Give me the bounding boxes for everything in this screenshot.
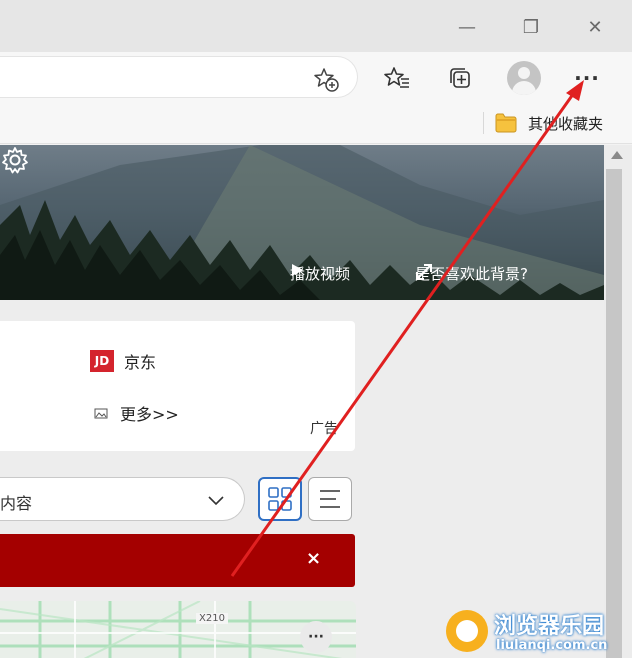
watermark-logo-icon	[446, 610, 488, 652]
quick-link-label: 更多>>	[120, 405, 179, 424]
gear-icon[interactable]	[0, 145, 30, 175]
favorites-bar: 其他收藏夹	[0, 104, 632, 144]
grid-view-button[interactable]	[258, 477, 302, 521]
maximize-button[interactable]: ❐	[516, 12, 546, 42]
banner-close-button[interactable]: ×	[306, 548, 321, 569]
play-icon	[292, 264, 303, 276]
like-background-button[interactable]: 是否喜欢此背景?	[415, 263, 528, 284]
jd-logo-icon: JD	[90, 350, 114, 372]
news-banner[interactable]: ×	[0, 534, 355, 587]
quick-link-jd[interactable]: JD 京东	[90, 349, 156, 373]
favorites-bar-separator	[483, 112, 484, 134]
favorites-list-icon	[384, 67, 409, 88]
watermark-url: liulanqi.com.cn	[496, 638, 608, 653]
other-favorites-folder[interactable]: 其他收藏夹	[528, 113, 603, 134]
quick-link-label: 京东	[124, 353, 157, 372]
address-bar[interactable]	[0, 56, 358, 98]
minimize-button[interactable]: —	[452, 12, 482, 42]
quick-link-more[interactable]: 更多>>	[94, 401, 179, 425]
site-watermark: 浏览器乐园 liulanqi.com.cn	[444, 606, 632, 658]
feed-select-value: 内容	[0, 494, 33, 513]
feed-content-select[interactable]: 内容	[0, 477, 245, 521]
chevron-down-icon	[208, 496, 224, 506]
expand-icon	[416, 264, 432, 280]
title-bar: — ❐ ✕	[0, 0, 632, 52]
list-view-button[interactable]	[308, 477, 352, 521]
scrollbar-thumb[interactable]	[606, 169, 622, 658]
folder-icon[interactable]	[495, 113, 517, 133]
map-road-label: X210	[196, 613, 228, 624]
tab-strip[interactable]	[0, 0, 440, 52]
close-button[interactable]: ✕	[580, 12, 610, 42]
new-tab-page: 播放视频 是否喜欢此背景? JD 京东 更多>> 广告 内容 × X210 ··…	[0, 145, 604, 658]
scroll-up-arrow-icon[interactable]	[611, 151, 623, 159]
collections-icon	[450, 68, 470, 88]
profile-button[interactable]	[507, 61, 541, 95]
toolbar: ···	[0, 52, 632, 104]
grid-view-icon	[268, 487, 292, 511]
play-video-button[interactable]: 播放视频	[290, 263, 350, 284]
map-card[interactable]: X210 ···	[0, 601, 356, 658]
watermark-title: 浏览器乐园	[494, 613, 605, 639]
image-icon	[94, 408, 108, 419]
settings-and-more-button[interactable]: ···	[572, 63, 602, 93]
page-scrollbar[interactable]	[604, 145, 632, 658]
map-more-button[interactable]: ···	[300, 621, 332, 653]
ad-label: 广告	[310, 421, 338, 437]
quick-links-card: JD 京东 更多>> 广告	[0, 321, 355, 451]
collections-button[interactable]	[445, 63, 475, 93]
list-view-icon	[320, 490, 340, 508]
background-image: 播放视频 是否喜欢此背景?	[0, 145, 604, 300]
favorites-button[interactable]	[382, 63, 412, 93]
star-plus-icon[interactable]	[312, 65, 340, 93]
